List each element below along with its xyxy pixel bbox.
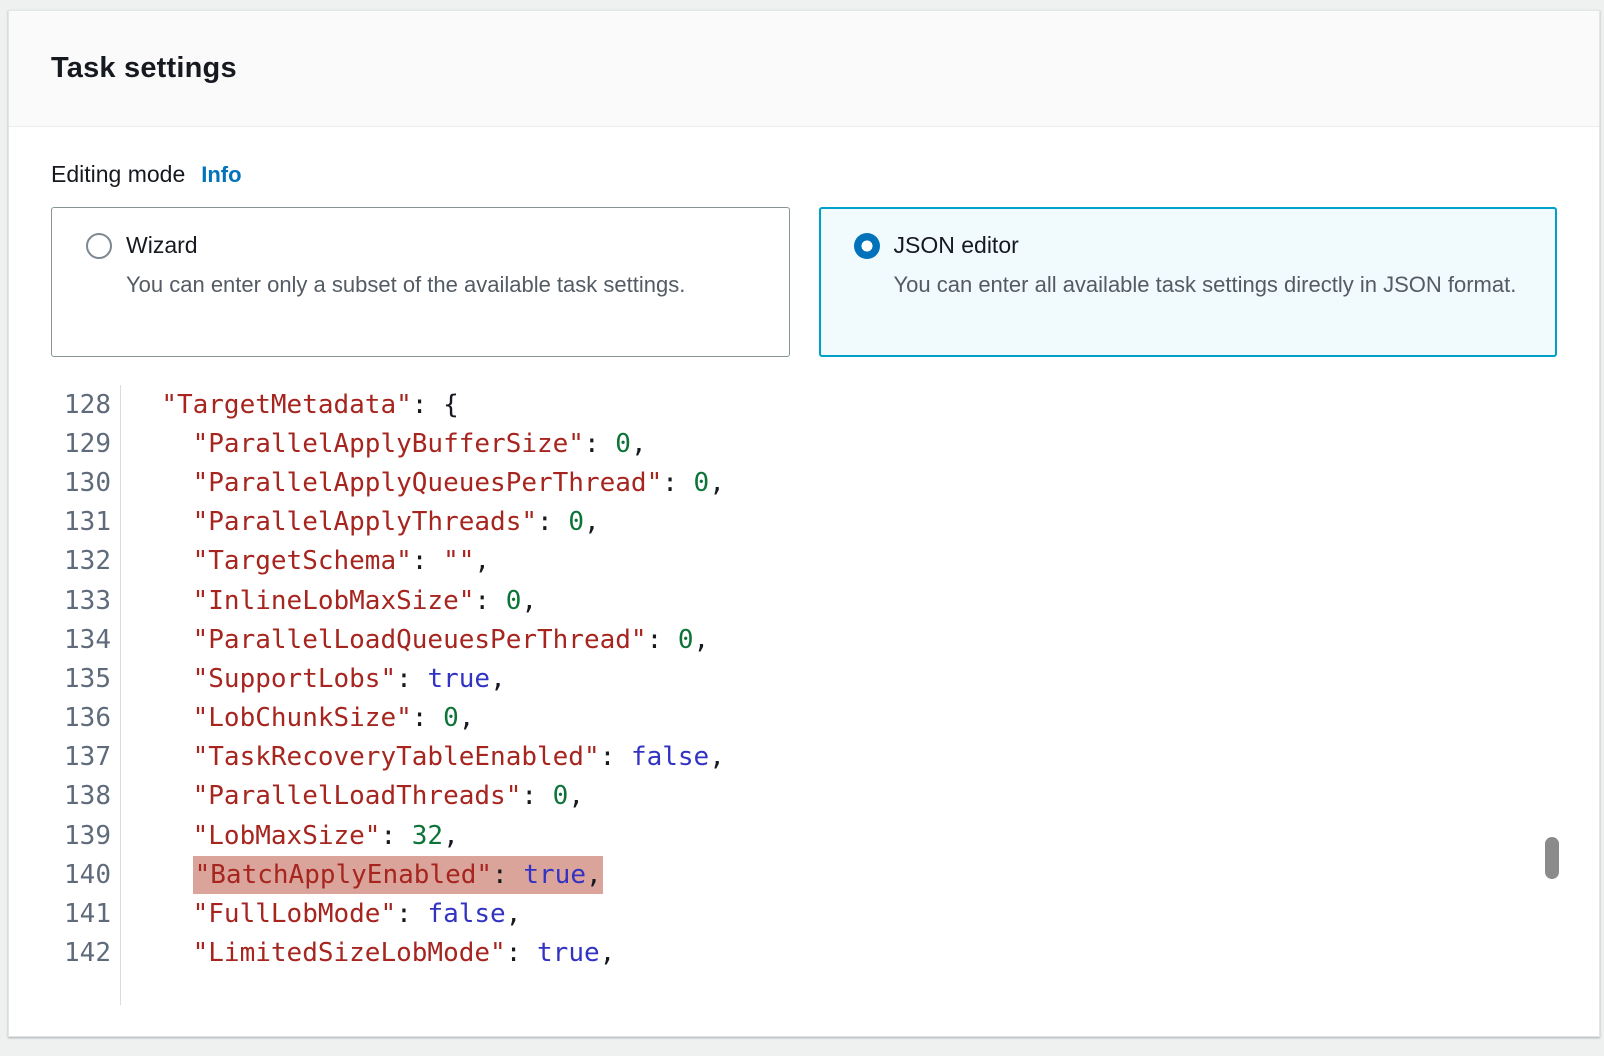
- line-number: 129: [51, 424, 121, 463]
- code-line-139[interactable]: 139 "LobMaxSize": 32,: [51, 816, 1557, 855]
- gutter-filler: [51, 973, 121, 1005]
- code-line-132[interactable]: 132 "TargetSchema": "",: [51, 542, 1557, 581]
- code-line-133[interactable]: 133 "InlineLobMaxSize": 0,: [51, 581, 1557, 620]
- code-line-134[interactable]: 134 "ParallelLoadQueuesPerThread": 0,: [51, 620, 1557, 659]
- json-code-editor[interactable]: 128 "TargetMetadata": {129 "ParallelAppl…: [51, 385, 1557, 1005]
- line-number: 130: [51, 463, 121, 502]
- line-number: 133: [51, 581, 121, 620]
- json-editor-option-description: You can enter all available task setting…: [894, 268, 1517, 301]
- code-line-135[interactable]: 135 "SupportLobs": true,: [51, 659, 1557, 698]
- code-filler-row: [51, 973, 1557, 1005]
- code-line-130[interactable]: 130 "ParallelApplyQueuesPerThread": 0,: [51, 463, 1557, 502]
- code-line-129[interactable]: 129 "ParallelApplyBufferSize": 0,: [51, 424, 1557, 463]
- code-line-content: "TargetMetadata": {: [121, 390, 459, 420]
- code-line-content: "SupportLobs": true,: [121, 664, 506, 694]
- code-line-142[interactable]: 142 "LimitedSizeLobMode": true,: [51, 934, 1557, 973]
- panel-header: Task settings: [9, 11, 1599, 127]
- code-line-content: "LobChunkSize": 0,: [121, 703, 474, 733]
- editing-mode-row: Editing mode Info: [51, 161, 1557, 188]
- line-number: 142: [51, 934, 121, 973]
- panel-body: Editing mode Info Wizard You can enter o…: [9, 127, 1599, 1005]
- wizard-option-title: Wizard: [126, 230, 685, 260]
- code-line-content: "TaskRecoveryTableEnabled": false,: [121, 742, 725, 772]
- code-line-content: "ParallelApplyThreads": 0,: [121, 507, 600, 537]
- editing-mode-options: Wizard You can enter only a subset of th…: [51, 207, 1557, 357]
- code-line-content: "InlineLobMaxSize": 0,: [121, 586, 537, 616]
- code-line-content: "ParallelApplyBufferSize": 0,: [121, 429, 647, 459]
- code-line-content: "FullLobMode": false,: [121, 899, 521, 929]
- code-line-content: "LimitedSizeLobMode": true,: [121, 938, 615, 968]
- wizard-option-description: You can enter only a subset of the avail…: [126, 268, 685, 301]
- code-line-content: "LobMaxSize": 32,: [121, 821, 459, 851]
- highlighted-code: "BatchApplyEnabled": true,: [193, 856, 603, 894]
- info-link[interactable]: Info: [201, 162, 241, 188]
- code-line-131[interactable]: 131 "ParallelApplyThreads": 0,: [51, 503, 1557, 542]
- wizard-option-tile[interactable]: Wizard You can enter only a subset of th…: [51, 207, 790, 357]
- code-line-128[interactable]: 128 "TargetMetadata": {: [51, 385, 1557, 424]
- line-number: 132: [51, 542, 121, 581]
- editing-mode-label: Editing mode: [51, 161, 185, 188]
- code-line-141[interactable]: 141 "FullLobMode": false,: [51, 894, 1557, 933]
- line-number: 136: [51, 699, 121, 738]
- panel-title: Task settings: [51, 52, 237, 85]
- code-line-content: "TargetSchema": "",: [121, 546, 490, 576]
- json-editor-tile-text: JSON editor You can enter all available …: [880, 230, 1517, 301]
- editor-scrollbar-thumb[interactable]: [1545, 837, 1559, 879]
- json-editor-radio-icon[interactable]: [854, 233, 880, 259]
- code-line-137[interactable]: 137 "TaskRecoveryTableEnabled": false,: [51, 738, 1557, 777]
- line-number: 138: [51, 777, 121, 816]
- line-number: 134: [51, 620, 121, 659]
- code-line-content: "ParallelApplyQueuesPerThread": 0,: [121, 468, 725, 498]
- code-line-content: "BatchApplyEnabled": true,: [121, 860, 603, 890]
- code-line-136[interactable]: 136 "LobChunkSize": 0,: [51, 699, 1557, 738]
- task-settings-panel: Task settings Editing mode Info Wizard Y…: [8, 10, 1600, 1037]
- line-number: 135: [51, 659, 121, 698]
- code-line-content: "ParallelLoadQueuesPerThread": 0,: [121, 625, 709, 655]
- json-editor-option-tile[interactable]: JSON editor You can enter all available …: [819, 207, 1558, 357]
- line-number: 141: [51, 894, 121, 933]
- code-line-138[interactable]: 138 "ParallelLoadThreads": 0,: [51, 777, 1557, 816]
- line-number: 128: [51, 385, 121, 424]
- line-number: 131: [51, 503, 121, 542]
- json-editor-option-title: JSON editor: [894, 230, 1517, 260]
- line-number: 139: [51, 816, 121, 855]
- line-number: 137: [51, 738, 121, 777]
- line-number: 140: [51, 855, 121, 894]
- wizard-tile-text: Wizard You can enter only a subset of th…: [112, 230, 685, 301]
- code-line-140[interactable]: 140 "BatchApplyEnabled": true,: [51, 855, 1557, 894]
- wizard-radio-icon[interactable]: [86, 233, 112, 259]
- code-lines-container: 128 "TargetMetadata": {129 "ParallelAppl…: [51, 385, 1557, 1005]
- code-line-content: "ParallelLoadThreads": 0,: [121, 781, 584, 811]
